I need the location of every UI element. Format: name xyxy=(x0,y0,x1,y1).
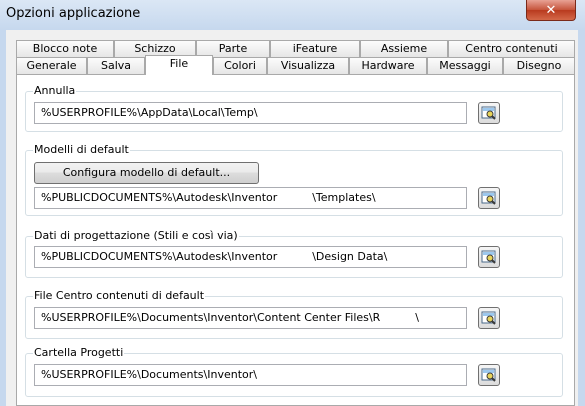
close-icon: ✕ xyxy=(545,2,557,18)
browse-folder-icon xyxy=(481,311,496,325)
dati-path-field[interactable]: %PUBLICDOCUMENTS%\Autodesk\Inventor \Des… xyxy=(34,246,467,268)
group-centro-label: File Centro contenuti di default xyxy=(33,289,206,302)
tab-hardware[interactable]: Hardware xyxy=(349,57,427,74)
window-title: Opzioni applicazione xyxy=(6,6,141,21)
annulla-path-field[interactable]: %USERPROFILE%\AppData\Local\Temp\ xyxy=(34,102,467,124)
tab-disegno[interactable]: Disegno xyxy=(503,57,575,74)
browse-folder-icon xyxy=(481,250,496,264)
annulla-browse-button[interactable] xyxy=(478,102,500,124)
browse-folder-icon xyxy=(481,191,496,205)
modelli-browse-button[interactable] xyxy=(478,187,500,209)
progetti-path-field[interactable]: %USERPROFILE%\Documents\Inventor\ xyxy=(34,364,467,386)
window-titlebar: Opzioni applicazione xyxy=(0,0,585,30)
close-button[interactable]: ✕ xyxy=(526,0,576,21)
modelli-path-field[interactable]: %PUBLICDOCUMENTS%\Autodesk\Inventor \Tem… xyxy=(34,187,467,209)
dati-browse-button[interactable] xyxy=(478,246,500,268)
tab-messaggi[interactable]: Messaggi xyxy=(427,57,503,74)
window-frame-right xyxy=(578,30,585,406)
tab-salva[interactable]: Salva xyxy=(87,57,145,74)
group-modelli-label: Modelli di default xyxy=(33,143,130,156)
tab-centro-contenuti[interactable]: Centro contenuti xyxy=(448,40,575,57)
configura-modello-button[interactable]: Configura modello di default... xyxy=(34,162,259,184)
browse-folder-icon xyxy=(481,368,496,382)
tab-blocco-note[interactable]: Blocco note xyxy=(16,40,114,57)
centro-path-field[interactable]: %USERPROFILE%\Documents\Inventor\Content… xyxy=(34,307,467,329)
progetti-browse-button[interactable] xyxy=(478,364,500,386)
centro-browse-button[interactable] xyxy=(478,307,500,329)
group-dati-label: Dati di progettazione (Stili e così via) xyxy=(33,229,239,242)
tab-colori[interactable]: Colori xyxy=(213,57,267,74)
tab-file[interactable]: File xyxy=(145,55,213,75)
group-progetti-label: Cartella Progetti xyxy=(33,346,125,359)
tab-visualizza[interactable]: Visualizza xyxy=(267,57,349,74)
tab-assieme[interactable]: Assieme xyxy=(360,40,448,57)
tab-ifeature[interactable]: iFeature xyxy=(270,40,360,57)
group-annulla-label: Annulla xyxy=(33,84,77,97)
tab-generale[interactable]: Generale xyxy=(16,57,87,74)
browse-folder-icon xyxy=(481,106,496,120)
